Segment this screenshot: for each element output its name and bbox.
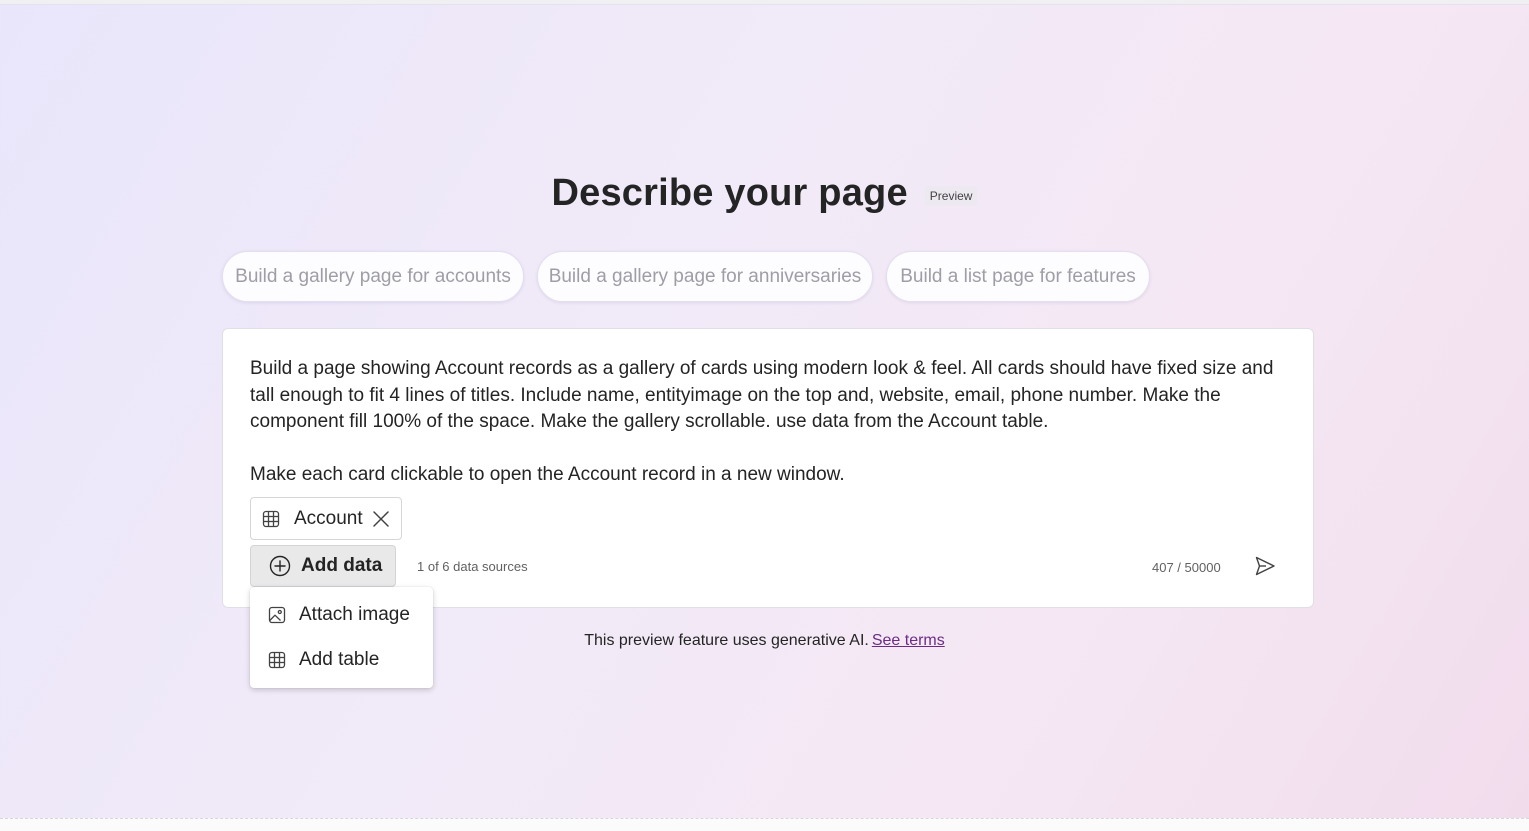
menu-item-label: Attach image xyxy=(299,604,410,625)
data-source-label: Account xyxy=(294,507,363,529)
add-data-button[interactable]: Add data xyxy=(250,545,396,587)
header: Describe your page Preview xyxy=(0,172,1529,215)
character-counter: 407 / 50000 xyxy=(1152,560,1221,575)
plus-circle-icon xyxy=(269,555,291,577)
suggestion-features[interactable]: Build a list page for features xyxy=(886,251,1150,302)
prompt-paragraph: Make each card clickable to open the Acc… xyxy=(250,464,845,485)
table-icon xyxy=(262,510,280,528)
top-border xyxy=(0,0,1529,5)
preview-badge: Preview xyxy=(924,185,978,206)
image-icon xyxy=(268,606,286,624)
page-title: Describe your page xyxy=(551,172,908,214)
add-data-label: Add data xyxy=(301,555,383,576)
suggestion-anniversaries[interactable]: Build a gallery page for anniversaries xyxy=(537,251,873,302)
disclaimer-text: This preview feature uses generative AI. xyxy=(584,632,869,649)
menu-item-attach-image[interactable]: Attach image xyxy=(250,593,433,637)
suggestion-accounts[interactable]: Build a gallery page for accounts xyxy=(222,251,524,302)
ai-disclaimer: This preview feature uses generative AI.… xyxy=(0,632,1529,650)
data-source-chip: Account xyxy=(250,497,402,540)
prompt-paragraph: Build a page showing Account records as … xyxy=(250,358,1274,432)
menu-item-label: Add table xyxy=(299,649,380,670)
table-icon xyxy=(268,651,286,669)
see-terms-link[interactable]: See terms xyxy=(872,632,945,649)
bottom-border xyxy=(0,818,1529,831)
prompt-card: Build a page showing Account records as … xyxy=(222,328,1314,608)
prompt-input[interactable]: Build a page showing Account records as … xyxy=(250,356,1290,489)
send-icon[interactable] xyxy=(1254,555,1276,577)
data-sources-count: 1 of 6 data sources xyxy=(417,559,528,574)
close-icon[interactable] xyxy=(372,510,390,528)
